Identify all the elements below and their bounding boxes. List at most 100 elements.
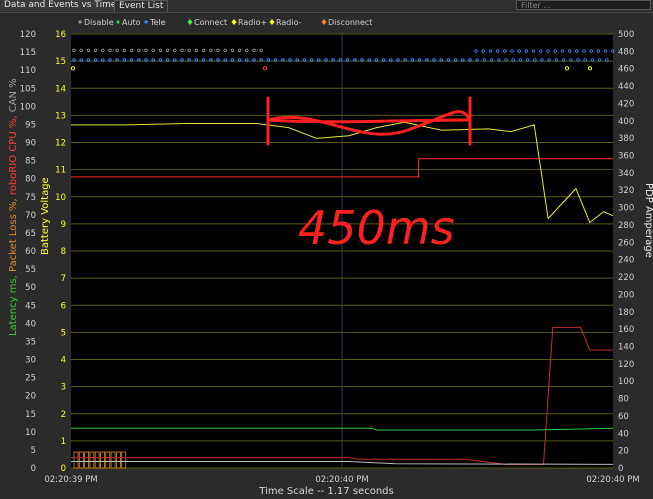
right-tick-label: 400: [618, 117, 634, 127]
legend-marker: [187, 19, 193, 25]
left-axis-title-cpu: roboRIO CPU %,: [8, 115, 19, 199]
voltage-tick-label: 5: [61, 328, 66, 338]
left-axis-title-can: CAN %: [8, 78, 19, 116]
legend-marker: [321, 19, 327, 25]
left-tick-label: 60: [25, 247, 36, 257]
legend-label: Auto: [122, 18, 141, 27]
left-tick-label: 15: [25, 410, 36, 420]
legend-label: Connect: [194, 18, 227, 27]
right-tick-label: 280: [618, 221, 634, 231]
left-tick-label: 80: [25, 175, 36, 185]
voltage-axis-title: Battery Voltage: [40, 177, 51, 255]
voltage-tick-label: 1: [61, 437, 66, 447]
voltage-tick-label: 7: [61, 274, 66, 284]
voltage-tick-label: 12: [55, 139, 66, 149]
voltage-tick-label: 0: [61, 464, 66, 474]
left-tick-label: 10: [25, 428, 36, 438]
right-tick-label: 260: [618, 238, 634, 248]
right-tick-label: 420: [618, 99, 634, 109]
right-tick-label: 460: [618, 65, 634, 75]
left-tick-label: 120: [20, 30, 36, 40]
right-tick-label: 80: [618, 395, 629, 405]
x-tick-label: 02:20:40 PM: [586, 475, 639, 485]
right-tick-label: 100: [618, 377, 634, 387]
right-tick-label: 20: [618, 447, 629, 457]
voltage-tick-label: 2: [61, 410, 66, 420]
legend-marker: [116, 20, 120, 24]
right-tick-label: 240: [618, 256, 634, 266]
left-tick-label: 115: [20, 48, 36, 58]
x-tick-label: 02:20:39 PM: [44, 475, 97, 485]
annotation-text: 450ms: [298, 201, 455, 255]
right-tick-label: 200: [618, 290, 634, 300]
right-axis-ticks: 0 20 40 60 80 100 120 140 160 180 200 220 240 260 280 3…: [618, 30, 634, 474]
right-tick-label: 140: [618, 342, 634, 352]
voltage-tick-label: 4: [61, 356, 66, 366]
voltage-tick-label: 14: [55, 84, 66, 94]
tab-event-list[interactable]: Event List: [114, 0, 169, 12]
legend-marker: [78, 20, 82, 24]
right-tick-label: 160: [618, 325, 634, 335]
voltage-tick-label: 6: [61, 301, 66, 311]
voltage-tick-label: 15: [55, 57, 66, 67]
left-tick-label: 85: [25, 157, 36, 167]
left-tick-label: 40: [25, 319, 36, 329]
left-tick-label: 20: [25, 392, 36, 402]
right-tick-label: 220: [618, 273, 634, 283]
x-tick-label: 02:20:40 PM: [315, 475, 368, 485]
left-tick-label: 50: [25, 283, 36, 293]
legend-marker: [144, 20, 148, 24]
legend-label: Radio-: [276, 18, 302, 27]
left-tick-label: 95: [25, 120, 36, 130]
voltage-tick-label: 3: [61, 383, 66, 393]
voltage-axis-ticks: 012345678910111213141516: [55, 30, 66, 474]
left-tick-label: 30: [25, 356, 36, 366]
left-tick-label: 90: [25, 139, 36, 149]
tab-data-and-events[interactable]: Data and Events vs Time: [0, 0, 121, 11]
legend-label: Disconnect: [328, 18, 372, 27]
left-tick-label: 105: [20, 84, 36, 94]
left-tick-label: 75: [25, 193, 36, 203]
left-tick-label: 45: [25, 301, 36, 311]
right-tick-label: 340: [618, 169, 634, 179]
right-axis-title: PDP Amperage: [643, 183, 653, 258]
voltage-tick-label: 11: [55, 166, 66, 176]
legend-label: Tele: [149, 18, 166, 27]
right-tick-label: 440: [618, 82, 634, 92]
left-axis-title-packet-loss: Packet Loss %,: [8, 198, 19, 276]
right-tick-label: 60: [618, 412, 629, 422]
voltage-tick-label: 16: [55, 30, 66, 40]
legend-label: Disable: [84, 18, 114, 27]
left-axis-ticks: 0 5 10 15 20 25 30 35 40 45 50 55 60 65 70 75 80 85 90 95 10…: [20, 30, 36, 474]
right-tick-label: 360: [618, 152, 634, 162]
annotation-stroke: [266, 118, 472, 124]
left-tick-label: 0: [31, 464, 36, 474]
right-tick-label: 500: [618, 30, 634, 40]
right-tick-label: 320: [618, 186, 634, 196]
x-axis-ticks: 02:20:39 PM 02:20:40 PM 02:20:40 PM: [44, 475, 639, 485]
right-tick-label: 300: [618, 204, 634, 214]
left-tick-label: 100: [20, 102, 36, 112]
left-tick-label: 55: [25, 265, 36, 275]
right-tick-label: 480: [618, 47, 634, 57]
voltage-tick-label: 8: [61, 247, 66, 257]
left-axis-title: Latency ms, Packet Loss %, roboRIO CPU %…: [8, 78, 19, 336]
right-tick-label: 40: [618, 429, 629, 439]
right-tick-label: 120: [618, 360, 634, 370]
chart: Disable Auto Tele Connect Radio+ Radio- Discon…: [20, 18, 640, 485]
left-tick-label: 65: [25, 229, 36, 239]
left-tick-label: 5: [31, 446, 36, 456]
left-tick-label: 70: [25, 211, 36, 221]
filter-input[interactable]: Filter ...: [516, 0, 651, 10]
left-tick-label: 110: [20, 66, 36, 76]
left-tick-label: 35: [25, 337, 36, 347]
voltage-tick-label: 13: [55, 111, 66, 121]
legend-marker: [231, 19, 237, 25]
right-tick-label: 0: [618, 464, 623, 474]
left-tick-label: 25: [25, 374, 36, 384]
legend: Disable Auto Tele Connect Radio+ Radio- Discon…: [78, 18, 372, 27]
right-tick-label: 380: [618, 134, 634, 144]
legend-marker: [269, 19, 275, 25]
legend-label: Radio+: [238, 18, 267, 27]
x-axis-title: Time Scale -- 1.17 seconds: [259, 486, 394, 497]
